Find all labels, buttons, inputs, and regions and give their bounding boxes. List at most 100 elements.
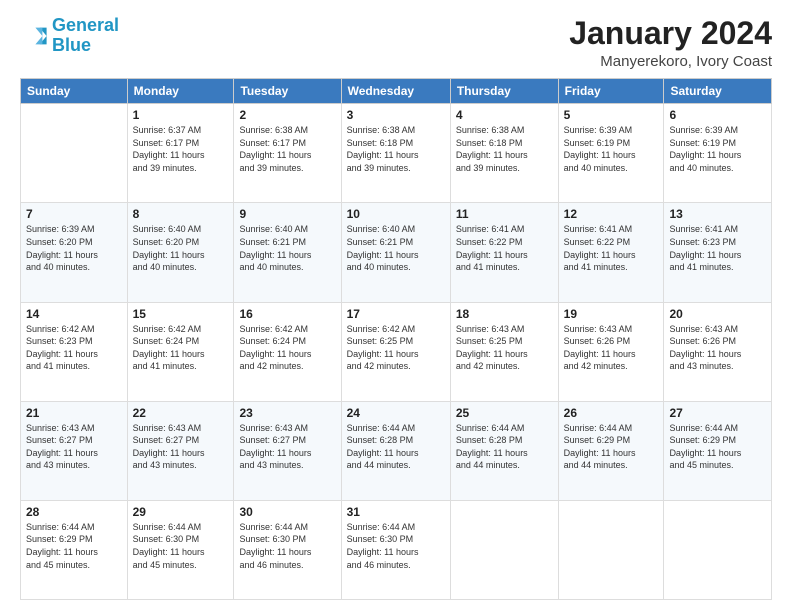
table-cell: 13 Sunrise: 6:41 AM Sunset: 6:23 PM Dayli… [664,203,772,302]
day-number: 1 [133,108,229,122]
day-number: 23 [239,406,335,420]
table-cell: 29Sunrise: 6:44 AM Sunset: 6:30 PM Dayli… [127,500,234,599]
table-cell: 1 Sunrise: 6:37 AM Sunset: 6:17 PM Daylig… [127,104,234,203]
cell-info: Sunrise: 6:43 AM Sunset: 6:27 PM Dayligh… [26,422,122,472]
day-number: 25 [456,406,553,420]
day-number: 19 [564,307,659,321]
cell-info: Sunrise: 6:38 AM Sunset: 6:17 PM Dayligh… [239,124,335,174]
table-cell: 7Sunrise: 6:39 AM Sunset: 6:20 PM Daylig… [21,203,128,302]
cell-info: Sunrise: 6:43 AM Sunset: 6:25 PM Dayligh… [456,323,553,373]
cell-info: Sunrise: 6:41 AM Sunset: 6:23 PM Dayligh… [669,223,766,273]
table-cell: 4Sunrise: 6:38 AM Sunset: 6:18 PM Daylig… [450,104,558,203]
week-row-1: 1 Sunrise: 6:37 AM Sunset: 6:17 PM Daylig… [21,104,772,203]
cell-info: Sunrise: 6:43 AM Sunset: 6:26 PM Dayligh… [669,323,766,373]
day-number: 10 [347,207,445,221]
table-cell: 31 Sunrise: 6:44 AM Sunset: 6:30 PM Dayli… [341,500,450,599]
table-cell: 30 Sunrise: 6:44 AM Sunset: 6:30 PM Dayli… [234,500,341,599]
table-cell: 5 Sunrise: 6:39 AM Sunset: 6:19 PM Daylig… [558,104,664,203]
day-number: 8 [133,207,229,221]
week-row-3: 14Sunrise: 6:42 AM Sunset: 6:23 PM Dayli… [21,302,772,401]
table-cell [558,500,664,599]
cell-info: Sunrise: 6:44 AM Sunset: 6:30 PM Dayligh… [239,521,335,571]
table-cell: 26 Sunrise: 6:44 AM Sunset: 6:29 PM Dayli… [558,401,664,500]
day-number: 9 [239,207,335,221]
day-number: 28 [26,505,122,519]
table-cell: 10 Sunrise: 6:40 AM Sunset: 6:21 PM Dayli… [341,203,450,302]
table-cell: 24 Sunrise: 6:44 AM Sunset: 6:28 PM Dayli… [341,401,450,500]
table-cell: 19 Sunrise: 6:43 AM Sunset: 6:26 PM Dayli… [558,302,664,401]
cell-info: Sunrise: 6:40 AM Sunset: 6:20 PM Dayligh… [133,223,229,273]
col-wednesday: Wednesday [341,79,450,104]
col-tuesday: Tuesday [234,79,341,104]
title-block: January 2024 Manyerekoro, Ivory Coast [569,16,772,70]
day-number: 18 [456,307,553,321]
day-number: 5 [564,108,659,122]
day-number: 13 [669,207,766,221]
col-monday: Monday [127,79,234,104]
day-number: 30 [239,505,335,519]
day-number: 21 [26,406,122,420]
day-number: 22 [133,406,229,420]
cell-info: Sunrise: 6:40 AM Sunset: 6:21 PM Dayligh… [347,223,445,273]
table-cell: 28 Sunrise: 6:44 AM Sunset: 6:29 PM Dayli… [21,500,128,599]
table-cell: 20 Sunrise: 6:43 AM Sunset: 6:26 PM Dayli… [664,302,772,401]
cell-info: Sunrise: 6:42 AM Sunset: 6:24 PM Dayligh… [239,323,335,373]
month-title: January 2024 [569,16,772,51]
col-saturday: Saturday [664,79,772,104]
cell-info: Sunrise: 6:41 AM Sunset: 6:22 PM Dayligh… [456,223,553,273]
header: General Blue January 2024 Manyerekoro, I… [20,16,772,70]
cell-info: Sunrise: 6:37 AM Sunset: 6:17 PM Dayligh… [133,124,229,174]
day-number: 17 [347,307,445,321]
table-cell: 8 Sunrise: 6:40 AM Sunset: 6:20 PM Daylig… [127,203,234,302]
table-cell: 3Sunrise: 6:38 AM Sunset: 6:18 PM Daylig… [341,104,450,203]
table-cell: 22 Sunrise: 6:43 AM Sunset: 6:27 PM Dayli… [127,401,234,500]
day-number: 14 [26,307,122,321]
day-number: 24 [347,406,445,420]
cell-info: Sunrise: 6:44 AM Sunset: 6:28 PM Dayligh… [347,422,445,472]
day-number: 27 [669,406,766,420]
table-cell: 21 Sunrise: 6:43 AM Sunset: 6:27 PM Dayli… [21,401,128,500]
table-cell: 6 Sunrise: 6:39 AM Sunset: 6:19 PM Daylig… [664,104,772,203]
table-cell: 25 Sunrise: 6:44 AM Sunset: 6:28 PM Dayli… [450,401,558,500]
cell-info: Sunrise: 6:41 AM Sunset: 6:22 PM Dayligh… [564,223,659,273]
cell-info: Sunrise: 6:44 AM Sunset: 6:29 PM Dayligh… [26,521,122,571]
table-cell: 17 Sunrise: 6:42 AM Sunset: 6:25 PM Dayli… [341,302,450,401]
day-number: 15 [133,307,229,321]
day-number: 12 [564,207,659,221]
logo-line2: Blue [52,35,91,55]
col-friday: Friday [558,79,664,104]
cell-info: Sunrise: 6:39 AM Sunset: 6:19 PM Dayligh… [564,124,659,174]
day-number: 6 [669,108,766,122]
cell-info: Sunrise: 6:44 AM Sunset: 6:29 PM Dayligh… [669,422,766,472]
week-row-4: 21 Sunrise: 6:43 AM Sunset: 6:27 PM Dayli… [21,401,772,500]
cell-info: Sunrise: 6:42 AM Sunset: 6:25 PM Dayligh… [347,323,445,373]
col-thursday: Thursday [450,79,558,104]
day-number: 20 [669,307,766,321]
calendar-table: Sunday Monday Tuesday Wednesday Thursday… [20,78,772,600]
cell-info: Sunrise: 6:44 AM Sunset: 6:28 PM Dayligh… [456,422,553,472]
cell-info: Sunrise: 6:38 AM Sunset: 6:18 PM Dayligh… [456,124,553,174]
table-cell [21,104,128,203]
table-cell [450,500,558,599]
table-cell: 15 Sunrise: 6:42 AM Sunset: 6:24 PM Dayli… [127,302,234,401]
day-number: 26 [564,406,659,420]
table-cell: 27 Sunrise: 6:44 AM Sunset: 6:29 PM Dayli… [664,401,772,500]
cell-info: Sunrise: 6:43 AM Sunset: 6:27 PM Dayligh… [133,422,229,472]
day-number: 11 [456,207,553,221]
cell-info: Sunrise: 6:43 AM Sunset: 6:27 PM Dayligh… [239,422,335,472]
logo-text: General Blue [52,16,119,56]
cell-info: Sunrise: 6:39 AM Sunset: 6:20 PM Dayligh… [26,223,122,273]
day-number: 29 [133,505,229,519]
cell-info: Sunrise: 6:39 AM Sunset: 6:19 PM Dayligh… [669,124,766,174]
table-cell: 11 Sunrise: 6:41 AM Sunset: 6:22 PM Dayli… [450,203,558,302]
cell-info: Sunrise: 6:44 AM Sunset: 6:29 PM Dayligh… [564,422,659,472]
col-sunday: Sunday [21,79,128,104]
cell-info: Sunrise: 6:43 AM Sunset: 6:26 PM Dayligh… [564,323,659,373]
cell-info: Sunrise: 6:44 AM Sunset: 6:30 PM Dayligh… [347,521,445,571]
table-cell: 14Sunrise: 6:42 AM Sunset: 6:23 PM Dayli… [21,302,128,401]
cell-info: Sunrise: 6:42 AM Sunset: 6:24 PM Dayligh… [133,323,229,373]
day-number: 31 [347,505,445,519]
header-row: Sunday Monday Tuesday Wednesday Thursday… [21,79,772,104]
logo-line1: General [52,15,119,35]
week-row-5: 28 Sunrise: 6:44 AM Sunset: 6:29 PM Dayli… [21,500,772,599]
